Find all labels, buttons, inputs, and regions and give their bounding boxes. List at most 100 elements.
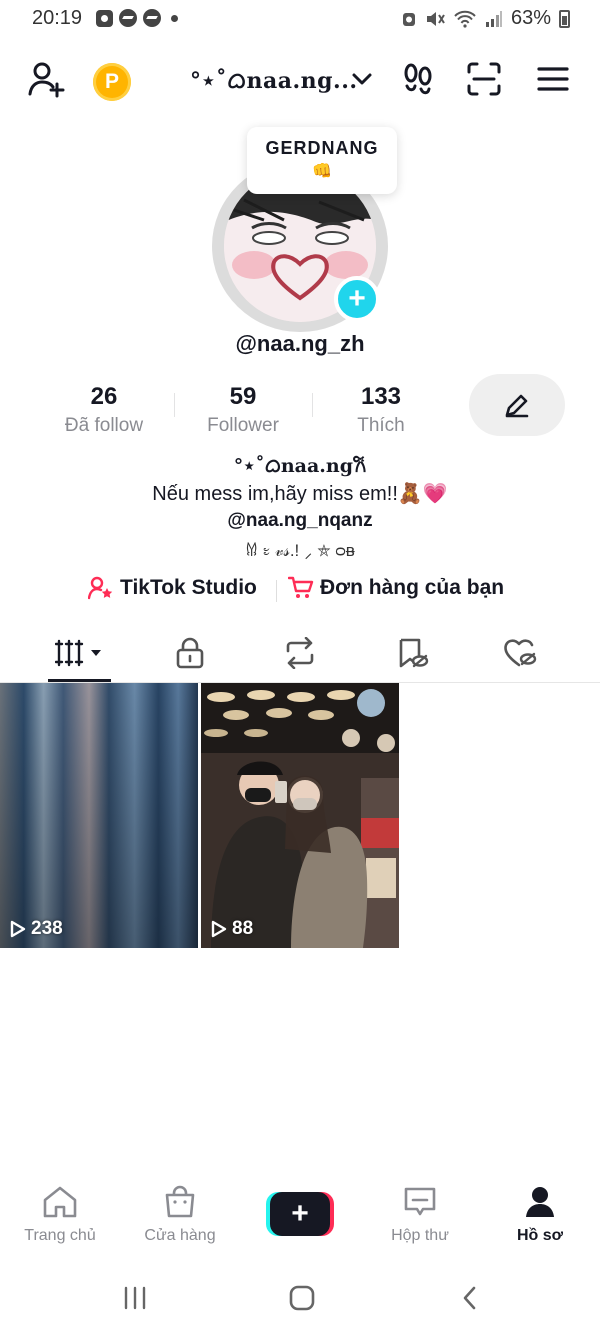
play-icon [211, 920, 227, 938]
orders-link[interactable]: Đơn hàng của bạn [288, 576, 504, 600]
videos-grid-icon [55, 639, 101, 667]
nav-profile[interactable]: Hồ sơ [485, 1185, 595, 1245]
mute-icon [426, 11, 445, 26]
profile-icon [526, 1187, 554, 1217]
bio-name: °⋆˚ᜊnaa.ng𐙚 [233, 455, 367, 477]
video-thumbnail[interactable]: 88 [201, 683, 399, 948]
orders-label: Đơn hàng của bạn [320, 576, 505, 599]
bio-text: Nếu mess im,hãy miss em!!🧸💗 [152, 483, 448, 505]
add-friend-button[interactable] [26, 55, 66, 103]
nav-shop-label: Cửa hàng [144, 1227, 216, 1244]
tab-liked[interactable] [488, 628, 552, 678]
bookmark-hidden-icon [399, 638, 429, 668]
messenger-icon [119, 9, 137, 27]
nav-inbox-label: Hộp thư [391, 1227, 449, 1244]
likes-count: 133 [360, 383, 402, 410]
following-label: Đã follow [64, 415, 144, 436]
likes-label: Thích [357, 415, 405, 436]
following-count: 26 [90, 383, 118, 410]
system-navigation-bar [0, 1278, 600, 1318]
profile-views-button[interactable] [398, 55, 438, 103]
profile-content-tabs [0, 628, 600, 683]
nav-home-label: Trang chủ [24, 1227, 96, 1244]
battery-percent: 63% [510, 7, 551, 29]
video-thumbnail-image [0, 683, 198, 948]
profile-top-bar: P °⋆˚ᜊnaa.ng... [0, 55, 600, 105]
heart-hidden-icon [504, 639, 537, 667]
notification-icons [96, 9, 178, 27]
play-icon [10, 920, 26, 938]
recent-apps-icon [124, 1286, 146, 1310]
stat-divider [174, 393, 175, 417]
view-count-value: 238 [31, 918, 63, 939]
note-text: GERDNANG [265, 138, 379, 158]
profile-links: TikTok Studio Đơn hàng của bạn [0, 576, 600, 606]
gallery-notification-icon [96, 9, 113, 27]
nav-profile-label: Hồ sơ [516, 1227, 564, 1244]
scan-icon [467, 62, 501, 96]
view-count-value: 88 [232, 918, 254, 939]
followers-count: 59 [229, 383, 257, 410]
following-stat[interactable]: 26 Đã follow [44, 383, 164, 437]
profile-note-bubble[interactable]: GERDNANG 👊 [247, 127, 397, 194]
shopping-cart-icon [288, 576, 314, 598]
header-username[interactable]: °⋆˚ᜊnaa.ng... [190, 65, 358, 95]
view-count: 238 [10, 918, 63, 940]
bio-mention-link[interactable]: @naa.ng_nqanz [0, 510, 600, 532]
status-right: 63% [401, 7, 570, 30]
links-divider [276, 580, 277, 602]
menu-button[interactable] [533, 55, 573, 103]
pencil-icon [505, 394, 529, 418]
likes-stat[interactable]: 133 Thích [321, 383, 441, 437]
note-emoji: 👊 [312, 163, 332, 180]
footprints-icon [404, 63, 432, 95]
wifi-icon [454, 10, 476, 28]
switch-account-button[interactable] [342, 55, 382, 103]
tiktok-studio-link[interactable]: TikTok Studio [88, 576, 257, 600]
shopping-bag-icon [165, 1185, 195, 1218]
studio-icon [88, 576, 113, 600]
status-bar: 20:19 63% [0, 0, 600, 38]
battery-icon [559, 9, 570, 28]
add-avatar-plus-button[interactable]: + [334, 276, 380, 322]
messenger-icon-2 [143, 9, 161, 27]
tab-favorites[interactable] [380, 628, 444, 678]
more-notifications-dot-icon [171, 14, 178, 22]
hamburger-menu-icon [537, 67, 569, 91]
nav-home[interactable]: Trang chủ [5, 1185, 115, 1245]
alarm-icon [402, 12, 415, 26]
scan-button[interactable] [464, 55, 504, 103]
active-tab-indicator [48, 679, 111, 682]
nav-shop[interactable]: Cửa hàng [125, 1185, 235, 1245]
tab-reposts[interactable] [268, 628, 332, 678]
nav-inbox[interactable]: Hộp thư [365, 1185, 475, 1245]
view-count: 88 [211, 918, 253, 940]
followers-label: Follower [207, 415, 279, 436]
edit-profile-button[interactable] [469, 374, 565, 436]
bio-decoration: 𐀔 ᭝ 𝓋𝓈.! ⸝ ⛤ ᴑᴃ [245, 541, 355, 560]
status-time: 20:19 [32, 7, 83, 29]
plus-icon: + [270, 1192, 330, 1236]
signal-icon [485, 10, 502, 27]
stat-divider [312, 393, 313, 417]
video-thumbnail-image [201, 683, 399, 948]
repost-icon [286, 637, 314, 669]
home-square-icon [289, 1285, 315, 1311]
video-thumbnail[interactable]: 238 [0, 683, 198, 948]
bottom-navigation: Trang chủ Cửa hàng + Hộp thư Hồ sơ [0, 1185, 600, 1255]
create-button[interactable]: + [266, 1192, 334, 1236]
chevron-down-icon [352, 73, 372, 85]
tiktok-studio-label: TikTok Studio [120, 576, 257, 599]
back-chevron-icon [463, 1286, 476, 1310]
inbox-icon [404, 1187, 436, 1216]
followers-stat[interactable]: 59 Follower [183, 383, 303, 437]
tab-videos[interactable] [48, 628, 112, 678]
back-button[interactable] [440, 1278, 500, 1318]
tab-private[interactable] [158, 628, 222, 678]
profile-handle: @naa.ng_zh [235, 331, 365, 356]
recent-apps-button[interactable] [105, 1278, 165, 1318]
coins-button[interactable]: P [93, 63, 131, 101]
home-icon [43, 1186, 77, 1218]
lock-icon [176, 637, 204, 669]
home-system-button[interactable] [272, 1278, 332, 1318]
